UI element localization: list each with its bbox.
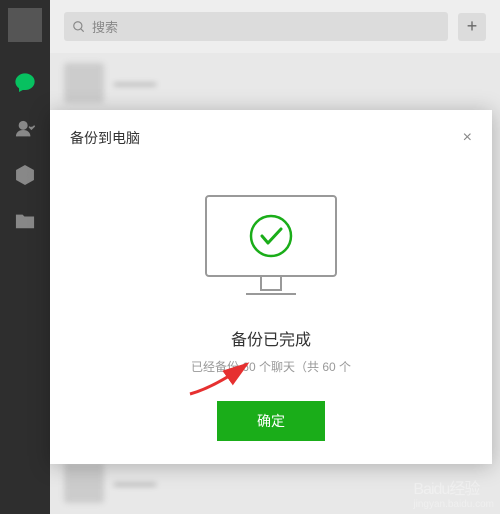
- monitor-illustration: [191, 186, 351, 306]
- search-icon: [72, 20, 86, 34]
- add-button[interactable]: +: [458, 13, 486, 41]
- modal-body: 备份已完成 已经备份 60 个聊天（共 60 个 确定: [50, 156, 492, 465]
- close-button[interactable]: ×: [463, 129, 472, 147]
- complete-title: 备份已完成: [231, 326, 311, 350]
- search-bar: 搜索 +: [50, 0, 500, 53]
- confirm-button[interactable]: 确定: [217, 401, 325, 441]
- complete-subtitle: 已经备份 60 个聊天（共 60 个: [191, 358, 351, 375]
- modal-header: 备份到电脑 ×: [50, 110, 492, 156]
- chat-avatar: [64, 463, 104, 503]
- nav-folder-icon[interactable]: [10, 206, 40, 236]
- user-avatar[interactable]: [8, 8, 42, 42]
- left-sidebar: [0, 0, 50, 514]
- chat-info: ———: [114, 475, 486, 491]
- modal-title: 备份到电脑: [70, 128, 140, 148]
- nav-contacts-icon[interactable]: [10, 114, 40, 144]
- search-placeholder: 搜索: [92, 17, 118, 36]
- backup-modal: 备份到电脑 × 备份已完成 已经备份 60 个聊天（共 60 个 确定: [50, 110, 492, 464]
- chat-avatar: [64, 63, 104, 103]
- nav-chat-icon[interactable]: [10, 68, 40, 98]
- list-item[interactable]: ———: [50, 53, 500, 113]
- chat-info: ———: [114, 75, 486, 91]
- search-input[interactable]: 搜索: [64, 12, 448, 41]
- nav-cube-icon[interactable]: [10, 160, 40, 190]
